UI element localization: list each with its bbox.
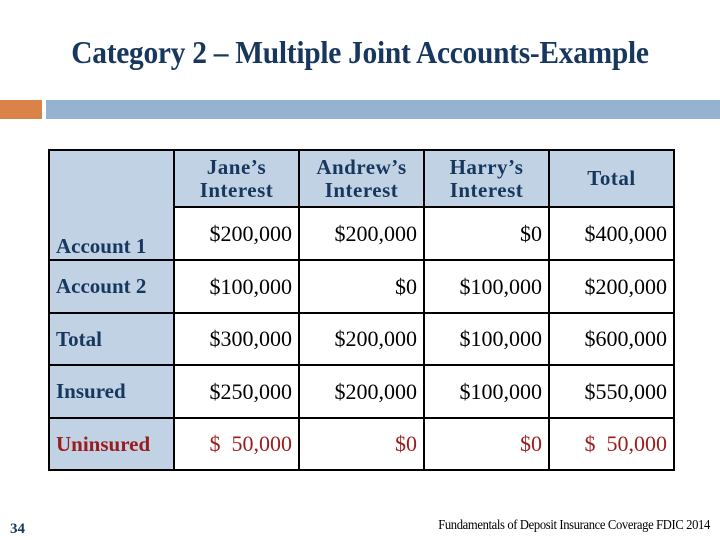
table-row-total: Total $300,000 $200,000 $100,000 $600,00… (48, 312, 675, 366)
cell-insured-jane: $250,000 (173, 364, 300, 419)
table-header-row: Account 1 Jane’s Interest Andrew’s Inter… (48, 149, 675, 261)
row-label-uninsured: Uninsured (48, 417, 175, 471)
header-line: Interest (449, 177, 524, 202)
accent-bar-orange (0, 100, 42, 119)
joint-accounts-table: Account 1 Jane’s Interest Andrew’s Inter… (48, 149, 675, 471)
cell-uninsured-andrew: $0 (298, 417, 425, 471)
cell-uninsured-harry: $0 (423, 417, 550, 471)
row-label-account-1: Account 1 (48, 149, 175, 261)
header-line: Interest (324, 177, 399, 202)
cell-account-2-total: $200,000 (548, 259, 675, 314)
cell-account-1-jane: $200,000 (173, 206, 300, 261)
row-label-account-2: Account 2 (48, 259, 175, 314)
cell-insured-harry: $100,000 (423, 364, 550, 419)
cell-account-1-total: $400,000 (548, 206, 675, 261)
cell-total-harry: $100,000 (423, 312, 550, 366)
cell-account-1-harry: $0 (423, 206, 550, 261)
cell-account-1-andrew: $200,000 (298, 206, 425, 261)
accent-bar-blue (46, 100, 720, 119)
cell-insured-total: $550,000 (548, 364, 675, 419)
row-label-text: Account 1 (56, 234, 147, 258)
cell-uninsured-jane: $ 50,000 (173, 417, 300, 471)
column-header-total: Total (548, 149, 675, 208)
row-label-total: Total (48, 312, 175, 366)
header-line: Andrew’s (316, 154, 407, 179)
header-line: Interest (199, 177, 274, 202)
cell-uninsured-total: $ 50,000 (548, 417, 675, 471)
column-header-harry: Harry’s Interest (423, 149, 550, 208)
cell-total-total: $600,000 (548, 312, 675, 366)
cell-account-2-andrew: $0 (298, 259, 425, 314)
slide-number: 34 (10, 521, 25, 537)
table-row-uninsured: Uninsured $ 50,000 $0 $0 $ 50,000 (48, 417, 675, 471)
cell-total-jane: $300,000 (173, 312, 300, 366)
table-row-insured: Insured $250,000 $200,000 $100,000 $550,… (48, 364, 675, 419)
slide-title: Category 2 – Multiple Joint Accounts-Exa… (71, 34, 649, 70)
cell-insured-andrew: $200,000 (298, 364, 425, 419)
column-header-jane: Jane’s Interest (173, 149, 300, 208)
header-line: Total (587, 166, 636, 190)
footer-text: Fundamentals of Deposit Insurance Covera… (438, 518, 710, 533)
cell-account-2-harry: $100,000 (423, 259, 550, 314)
cell-account-2-jane: $100,000 (173, 259, 300, 314)
header-line: Harry’s (449, 154, 524, 179)
column-header-andrew: Andrew’s Interest (298, 149, 425, 208)
header-line: Jane’s (206, 154, 267, 179)
table-row-account-2: Account 2 $100,000 $0 $100,000 $200,000 (48, 259, 675, 314)
cell-total-andrew: $200,000 (298, 312, 425, 366)
row-label-insured: Insured (48, 364, 175, 419)
